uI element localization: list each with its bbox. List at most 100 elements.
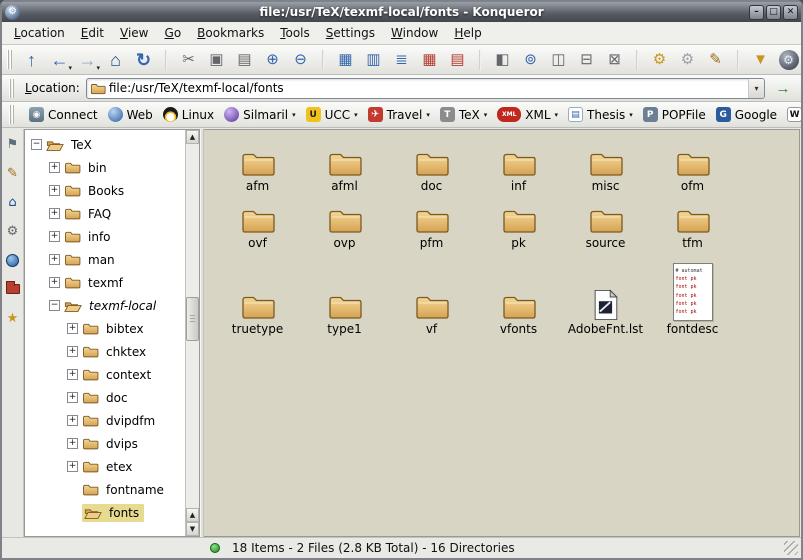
bookmark-popfile[interactable]: PPOPFile [643, 107, 706, 122]
scrollbar-track[interactable] [186, 144, 199, 508]
file-tfm[interactable]: tfm [649, 193, 736, 250]
go-button[interactable]: → [771, 77, 795, 100]
bookmark-folder-xml[interactable]: XMLXML▾ [497, 107, 558, 122]
expand-expander-icon[interactable]: + [49, 254, 60, 265]
bookmark-connect[interactable]: ◉Connect [29, 107, 98, 122]
sidebar-tab-network[interactable] [3, 250, 23, 270]
bookmark-folder-tex[interactable]: TTeX▾ [440, 107, 487, 122]
bookmark-folder-travel[interactable]: ✈Travel▾ [368, 107, 430, 122]
scroll-up-button[interactable]: ▲ [186, 508, 199, 522]
tree-item-info[interactable]: +info [25, 225, 185, 248]
tree-item-tex[interactable]: −TeX [25, 133, 185, 156]
file-inf[interactable]: inf [475, 136, 562, 193]
detailed-list-view-button[interactable]: ≣ [388, 47, 415, 73]
location-combobox[interactable]: ▾ [86, 78, 765, 99]
close-button[interactable]: ✕ [783, 5, 798, 20]
maximize-button[interactable]: □ [766, 5, 781, 20]
tree-item-texmf-local[interactable]: −texmf-local [25, 294, 185, 317]
gears-inactive-button[interactable]: ⚙ [674, 47, 701, 73]
back-button[interactable]: ←▾ [46, 47, 73, 73]
scroll-down-button[interactable]: ▼ [186, 522, 199, 536]
resize-grip[interactable] [784, 541, 798, 555]
print-button[interactable]: ▤ [231, 47, 258, 73]
file-afml[interactable]: afml [301, 136, 388, 193]
file-type1[interactable]: type1 [301, 250, 388, 336]
icon-view-button[interactable]: ▦ [332, 47, 359, 73]
file-adobefnt-lst[interactable]: AdobeFnt.lst [562, 250, 649, 336]
sidebar-tab-root-folder[interactable] [3, 279, 23, 299]
show-navigation-panel-button[interactable]: ◧ [489, 47, 516, 73]
expand-expander-icon[interactable]: + [67, 346, 78, 357]
tree-item-chktex[interactable]: +chktex [25, 340, 185, 363]
find-file-button[interactable]: ⊚ [517, 47, 544, 73]
forward-button[interactable]: →▾ [74, 47, 101, 73]
file-afm[interactable]: afm [214, 136, 301, 193]
expand-expander-icon[interactable]: + [67, 438, 78, 449]
split-view-top-bottom-button[interactable]: ⊟ [573, 47, 600, 73]
menu-help[interactable]: Help [447, 24, 488, 42]
collapse-expander-icon[interactable]: − [49, 300, 60, 311]
home-button[interactable]: ⌂ [102, 47, 129, 73]
tree-item-dvipdfm[interactable]: +dvipdfm [25, 409, 185, 432]
tree-item-bibtex[interactable]: +bibtex [25, 317, 185, 340]
toolbar-handle[interactable] [7, 50, 12, 69]
scroll-up-button[interactable]: ▲ [186, 130, 199, 144]
file-source[interactable]: source [562, 193, 649, 250]
file-doc[interactable]: doc [388, 136, 475, 193]
menu-go[interactable]: Go [158, 24, 189, 42]
gears-active-button[interactable]: ⚙ [646, 47, 673, 73]
up-button[interactable]: ↑ [18, 47, 45, 73]
tree-item-faq[interactable]: +FAQ [25, 202, 185, 225]
menu-view[interactable]: View [113, 24, 155, 42]
cut-button[interactable]: ✂ [175, 47, 202, 73]
tree-item-bin[interactable]: +bin [25, 156, 185, 179]
menu-tools[interactable]: Tools [273, 24, 317, 42]
copy-button[interactable]: ▣ [203, 47, 230, 73]
icon-view[interactable]: afm afml doc inf misc ofm ovf ovp pfm pk… [204, 129, 800, 537]
expand-expander-icon[interactable]: + [49, 231, 60, 242]
expand-expander-icon[interactable]: + [67, 369, 78, 380]
file-misc[interactable]: misc [562, 136, 649, 193]
file-truetype[interactable]: truetype [214, 250, 301, 336]
file-ovf[interactable]: ovf [214, 193, 301, 250]
expand-expander-icon[interactable]: + [67, 392, 78, 403]
multicolumn-view-button[interactable]: ▥ [360, 47, 387, 73]
toolbar-handle[interactable] [9, 79, 14, 98]
window-menu-button[interactable]: ⚙ [5, 5, 20, 20]
bookmark-linux[interactable]: Linux [163, 107, 214, 122]
menu-settings[interactable]: Settings [319, 24, 382, 42]
titlebar[interactable]: ⚙ file:/usr/TeX/texmf-local/fonts - Konq… [2, 2, 801, 22]
tree-item-fontname[interactable]: fontname [25, 478, 185, 501]
menu-edit[interactable]: Edit [74, 24, 111, 42]
menu-window[interactable]: Window [384, 24, 445, 42]
location-dropdown-button[interactable]: ▾ [748, 79, 764, 98]
file-ofm[interactable]: ofm [649, 136, 736, 193]
tree-scrollbar[interactable]: ▲ ▲ ▼ [185, 130, 199, 536]
edit-document-button[interactable]: ✎ [702, 47, 729, 73]
bookmark-wikipedia[interactable]: WWikipedia [787, 107, 803, 122]
bookmark-folder-ucc[interactable]: UUCC▾ [306, 107, 358, 122]
info-list-view-button[interactable]: ▦ [416, 47, 443, 73]
zoom-in-button[interactable]: ⊕ [259, 47, 286, 73]
sidebar-tab-home[interactable]: ⌂ [3, 192, 23, 212]
file-vf[interactable]: vf [388, 250, 475, 336]
expand-expander-icon[interactable]: + [49, 208, 60, 219]
tree-item-context[interactable]: +context [25, 363, 185, 386]
file-pk[interactable]: pk [475, 193, 562, 250]
tree-item-fonts-selected[interactable]: fonts [25, 501, 185, 524]
filter-button[interactable]: ▼ [747, 47, 774, 73]
bookmark-web[interactable]: Web [108, 107, 153, 122]
sidebar-tab-history[interactable]: ✎ [3, 163, 23, 183]
file-ovp[interactable]: ovp [301, 193, 388, 250]
menu-bookmarks[interactable]: Bookmarks [190, 24, 271, 42]
expand-expander-icon[interactable]: + [67, 415, 78, 426]
collapse-expander-icon[interactable]: − [31, 139, 42, 150]
bookmark-folder-silmaril[interactable]: Silmaril▾ [224, 107, 295, 122]
sidebar-tab-bookmarks[interactable]: ⚑ [3, 134, 23, 154]
tree-item-books[interactable]: +Books [25, 179, 185, 202]
tree-item-man[interactable]: +man [25, 248, 185, 271]
bookmark-google[interactable]: GGoogle [716, 107, 777, 122]
menu-location[interactable]: Location [7, 24, 72, 42]
sidebar-tab-services[interactable]: ★ [3, 308, 23, 328]
tree-item-etex[interactable]: +etex [25, 455, 185, 478]
